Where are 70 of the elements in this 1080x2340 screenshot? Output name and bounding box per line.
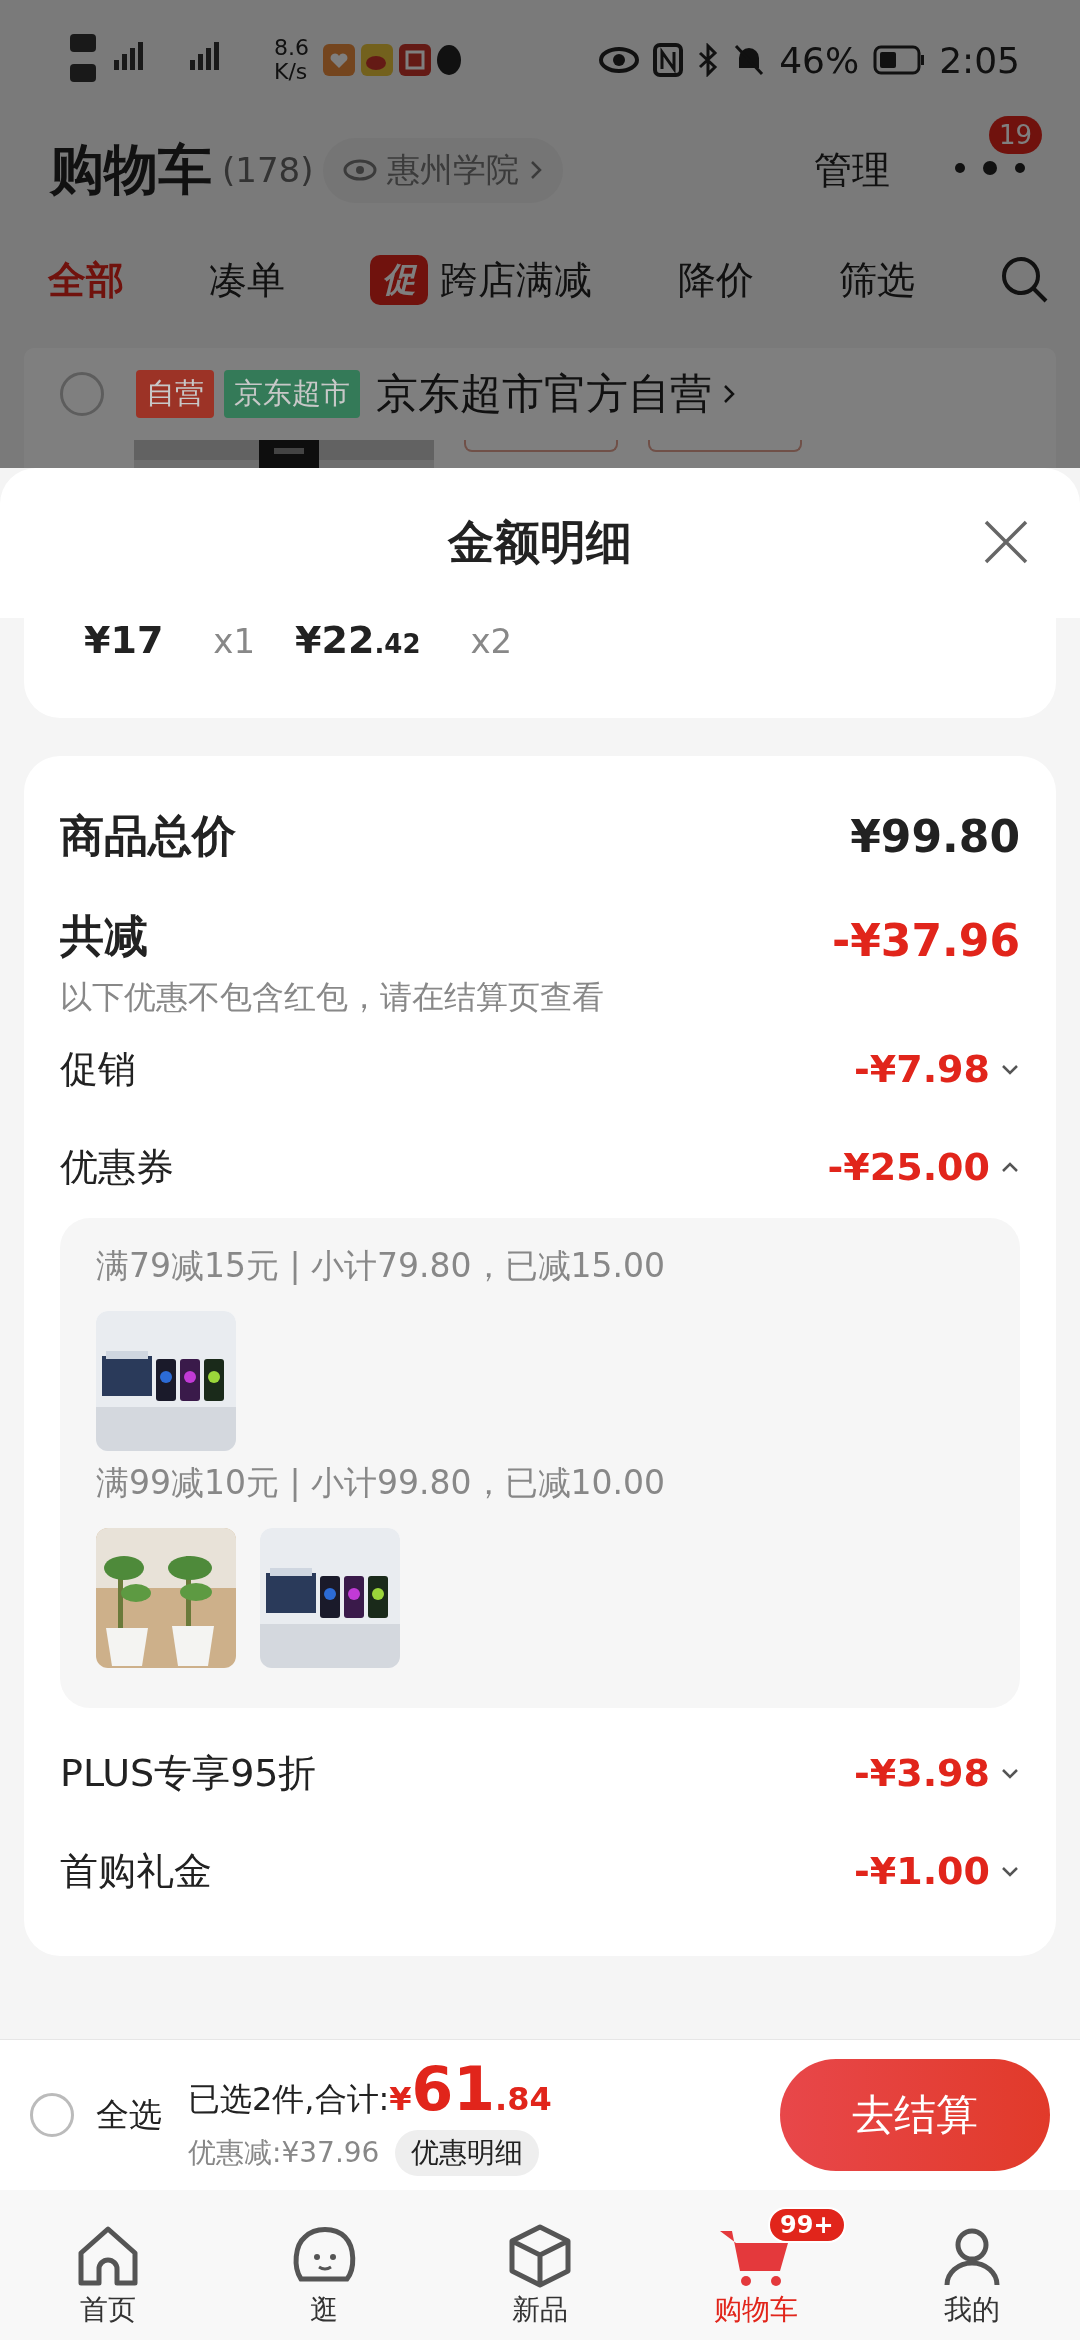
search-icon[interactable] bbox=[999, 255, 1050, 305]
close-icon[interactable] bbox=[982, 518, 1030, 566]
coupon-rule: 满79减15元 | 小计79.80，已减15.00 bbox=[96, 1245, 667, 1287]
app-icon bbox=[323, 44, 355, 76]
page-title: 购物车 bbox=[50, 136, 212, 203]
eye-icon bbox=[599, 45, 640, 75]
network-speed: 8.6 bbox=[274, 35, 309, 60]
bluetooth-icon bbox=[697, 43, 720, 77]
manage-button[interactable]: 管理 bbox=[814, 144, 890, 196]
chevron-icon bbox=[1000, 1766, 1020, 1780]
filter-tab[interactable]: 凑单 bbox=[209, 254, 286, 306]
item-quantity: x2 bbox=[470, 621, 513, 661]
discount-toggle[interactable]: -¥25.00 bbox=[827, 1145, 1020, 1189]
cart-count: (178) bbox=[222, 150, 314, 190]
filter-tab[interactable]: 促 跨店满减 bbox=[370, 254, 593, 306]
promo-tag: 促 bbox=[370, 255, 429, 305]
chevron-icon bbox=[1000, 1160, 1020, 1174]
coupon-rule: 满99减10元 | 小计99.80，已减10.00 bbox=[96, 1462, 667, 1504]
location-button[interactable]: 惠州学院 bbox=[323, 137, 564, 203]
filter-tab[interactable]: 降价 bbox=[677, 254, 754, 306]
option-chip[interactable] bbox=[464, 440, 618, 452]
discount-label: PLUS专享95折 bbox=[60, 1749, 317, 1797]
muted-bell-icon bbox=[733, 43, 766, 77]
total-label: 商品总价 bbox=[60, 808, 236, 863]
select-all-label: 全选 bbox=[96, 2093, 162, 2136]
store-name[interactable]: 京东超市官方自营 bbox=[376, 366, 712, 422]
store-tag: 自营 bbox=[136, 370, 214, 418]
note-text: 以下优惠不包含红包，请在结算页查看 bbox=[60, 977, 605, 1018]
discount-label: 优惠券 bbox=[60, 1143, 174, 1191]
total-amount: ¥99.80 bbox=[850, 810, 1020, 862]
selected-summary: 已选2件,合计: bbox=[188, 2079, 390, 2120]
nav-tab[interactable]: 逛 bbox=[239, 2201, 409, 2329]
discount-label: 促销 bbox=[60, 1045, 136, 1093]
penguin-icon bbox=[437, 45, 461, 75]
store-tag: 京东超市 bbox=[224, 370, 360, 418]
network-speed-unit: K/s bbox=[274, 60, 309, 85]
notification-badge: 19 bbox=[988, 116, 1042, 154]
sheet-title: 金额明细 bbox=[448, 514, 632, 571]
reduction-amount: -¥37.96 bbox=[831, 915, 1020, 966]
discount-toggle[interactable]: -¥7.98 bbox=[854, 1047, 1020, 1091]
discount-label: 首购礼金 bbox=[60, 1847, 212, 1895]
detail-button[interactable]: 优惠明细 bbox=[395, 2130, 540, 2176]
filter-tab[interactable]: 筛选 bbox=[838, 254, 915, 306]
select-all-checkbox[interactable] bbox=[30, 2093, 74, 2137]
nfc-icon bbox=[653, 43, 684, 77]
total-price: ¥61.84 bbox=[389, 2054, 552, 2124]
eye-icon bbox=[343, 158, 378, 182]
item-price: ¥17 bbox=[84, 618, 164, 662]
battery-icon bbox=[873, 45, 926, 75]
filter-tab[interactable]: 全部 bbox=[48, 254, 124, 306]
item-quantity: x1 bbox=[213, 621, 256, 661]
saving-text: 优惠减:¥37.96 bbox=[188, 2135, 380, 2171]
app-icon bbox=[361, 44, 393, 76]
app-icon bbox=[399, 44, 431, 76]
discount-toggle[interactable]: -¥3.98 bbox=[854, 1751, 1020, 1795]
chevron-icon bbox=[1000, 1864, 1020, 1878]
chevron-icon bbox=[1000, 1062, 1020, 1076]
reduction-label: 共减 bbox=[60, 909, 148, 963]
nav-tab[interactable]: 我的 bbox=[887, 2201, 1057, 2329]
nav-tab[interactable]: 首页 bbox=[23, 2201, 193, 2329]
cart-badge: 99+ bbox=[768, 2207, 846, 2243]
clock-time: 2:05 bbox=[939, 39, 1020, 81]
option-chip[interactable] bbox=[648, 440, 802, 452]
item-price: ¥22.42 bbox=[295, 618, 421, 662]
battery-percent: 46% bbox=[779, 39, 860, 81]
store-checkbox[interactable] bbox=[60, 372, 104, 416]
checkout-button[interactable]: 去结算 bbox=[780, 2059, 1050, 2171]
discount-toggle[interactable]: -¥1.00 bbox=[854, 1849, 1020, 1893]
nav-tab[interactable]: 新品 bbox=[455, 2201, 625, 2329]
chevron-right-icon bbox=[529, 159, 544, 181]
